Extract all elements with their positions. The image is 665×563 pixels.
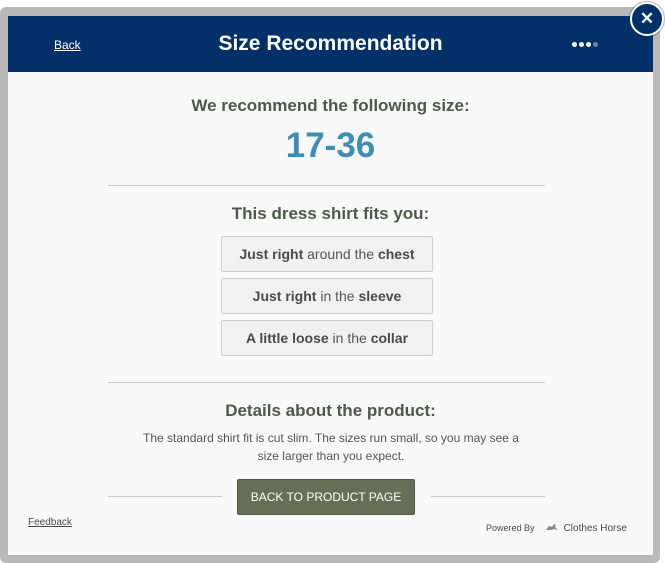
fit-connector: in the [328,330,371,346]
progress-dot [593,42,598,47]
feedback-link[interactable]: Feedback [28,517,72,528]
divider [431,496,545,497]
divider [108,185,545,186]
powered-by-label: Powered By [486,523,535,533]
close-button[interactable]: ✕ [630,2,664,36]
progress-dot [579,42,584,47]
size-recommendation-modal: Back Size Recommendation We recommend th… [8,16,653,555]
modal-header: Back Size Recommendation [8,16,653,72]
recommendation-heading: We recommend the following size: [191,96,470,115]
fit-sleeve: Just right in the sleeve [221,278,433,314]
fit-chest: Just right around the chest [221,236,433,272]
fit-area: collar [370,330,409,346]
fit-connector: in the [316,288,359,304]
brand-name[interactable]: Clothes Horse [564,523,627,534]
fit-connector: around the [303,246,378,262]
fit-area: chest [377,246,415,262]
progress-dot [586,42,591,47]
recommended-size: 17-36 [285,126,376,165]
divider [108,496,222,497]
fit-qualifier: A little loose [245,330,329,346]
details-heading: Details about the product: [225,401,436,420]
back-to-product-button[interactable]: BACK TO PRODUCT PAGE [237,479,415,515]
divider [108,382,545,383]
modal-title: Size Recommendation [218,32,443,55]
fit-qualifier: Just right [252,288,317,304]
progress-dot [572,42,577,47]
fit-heading: This dress shirt fits you: [231,204,430,223]
progress-indicator [572,42,600,48]
details-text: The standard shirt fit is cut slim. The … [143,431,519,463]
fit-collar: A little loose in the collar [221,320,433,356]
close-icon: ✕ [639,9,655,28]
fit-area: sleeve [358,288,402,304]
horse-icon [545,523,559,534]
powered-by: Powered By Clothes Horse [486,523,627,534]
fit-qualifier: Just right [239,246,304,262]
